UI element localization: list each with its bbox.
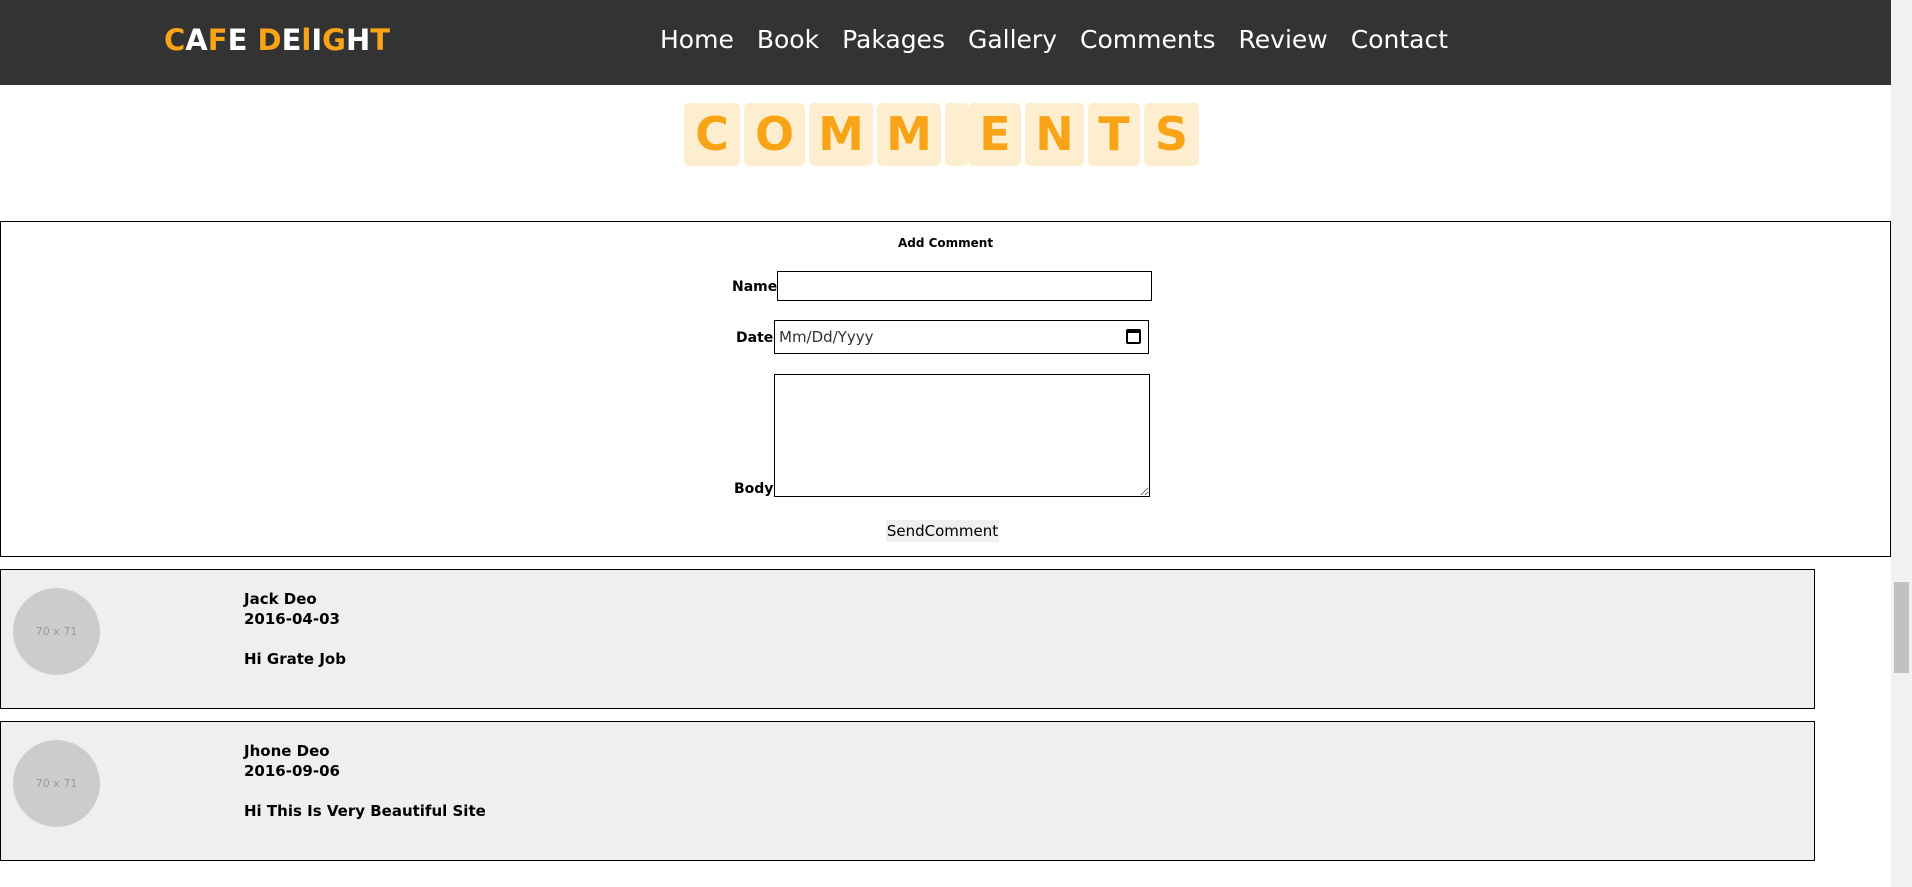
date-label: Date: <box>736 330 779 346</box>
logo-letter: A <box>185 23 208 57</box>
logo-letter: F <box>207 23 228 57</box>
logo-letter: G <box>322 23 346 57</box>
heading-letter-tile: M <box>809 103 873 166</box>
name-input[interactable] <box>777 271 1152 301</box>
comment-body: Hi Grate Job <box>244 650 346 668</box>
comment-card: 70 x 71 Jhone Deo 2016-09-06 Hi This Is … <box>0 721 1815 861</box>
heading-letter-tile: N <box>1025 103 1084 166</box>
heading-letter-tile: S <box>1144 103 1199 166</box>
avatar: 70 x 71 <box>13 588 100 675</box>
logo-letter: E <box>281 23 302 57</box>
name-label: Name: <box>732 279 783 295</box>
comment-date: 2016-04-03 <box>244 610 340 628</box>
page-scrollbar[interactable] <box>1891 0 1912 887</box>
form-title: Add Comment <box>897 236 994 250</box>
body-label: Body: <box>734 481 780 497</box>
avatar: 70 x 71 <box>13 740 100 827</box>
heading-letter-tile <box>945 103 969 166</box>
logo-letter: E <box>227 23 248 57</box>
heading-letter-tile: M <box>877 103 941 166</box>
logo-letter: I <box>311 23 323 57</box>
add-comment-form: Add Comment Name: Date: Mm/Dd/Yyyy Body:… <box>0 221 1891 557</box>
nav-link-comments[interactable]: Comments <box>1080 20 1216 60</box>
nav-link-gallery[interactable]: Gallery <box>968 20 1057 60</box>
comment-date: 2016-09-06 <box>244 762 340 780</box>
heading-letter-tile: T <box>1088 103 1140 166</box>
logo-letter: l <box>301 23 312 57</box>
logo-letter: D <box>257 23 282 57</box>
main-nav: Home Book Pakages Gallery Comments Revie… <box>660 20 1471 60</box>
nav-link-book[interactable]: Book <box>757 20 819 60</box>
comment-card: 70 x 71 Jack Deo 2016-04-03 Hi Grate Job <box>0 569 1815 709</box>
site-logo[interactable]: CAFE DElIGHT <box>164 20 390 60</box>
body-textarea[interactable] <box>774 374 1150 497</box>
scrollbar-thumb[interactable] <box>1894 582 1909 673</box>
date-input[interactable]: Mm/Dd/Yyyy <box>774 320 1149 354</box>
nav-link-contact[interactable]: Contact <box>1351 20 1448 60</box>
heading-letter-tile: O <box>744 103 805 166</box>
date-placeholder: Mm/Dd/Yyyy <box>779 328 874 346</box>
nav-link-packages[interactable]: Pakages <box>842 20 945 60</box>
heading-letter-tile: E <box>969 103 1021 166</box>
nav-link-home[interactable]: Home <box>660 20 734 60</box>
nav-link-review[interactable]: Review <box>1239 20 1328 60</box>
send-comment-button[interactable]: SendComment <box>886 520 999 542</box>
comment-author: Jack Deo <box>244 590 317 608</box>
logo-letter: T <box>370 23 391 57</box>
calendar-icon[interactable] <box>1126 329 1141 344</box>
comment-body: Hi This Is Very Beautiful Site <box>244 802 486 820</box>
comment-author: Jhone Deo <box>244 742 330 760</box>
heading-letter-tile: C <box>684 103 740 166</box>
logo-letter: C <box>164 23 186 57</box>
logo-space <box>247 23 257 57</box>
logo-letter: H <box>345 23 371 57</box>
top-navbar: CAFE DElIGHT Home Book Pakages Gallery C… <box>0 0 1891 85</box>
